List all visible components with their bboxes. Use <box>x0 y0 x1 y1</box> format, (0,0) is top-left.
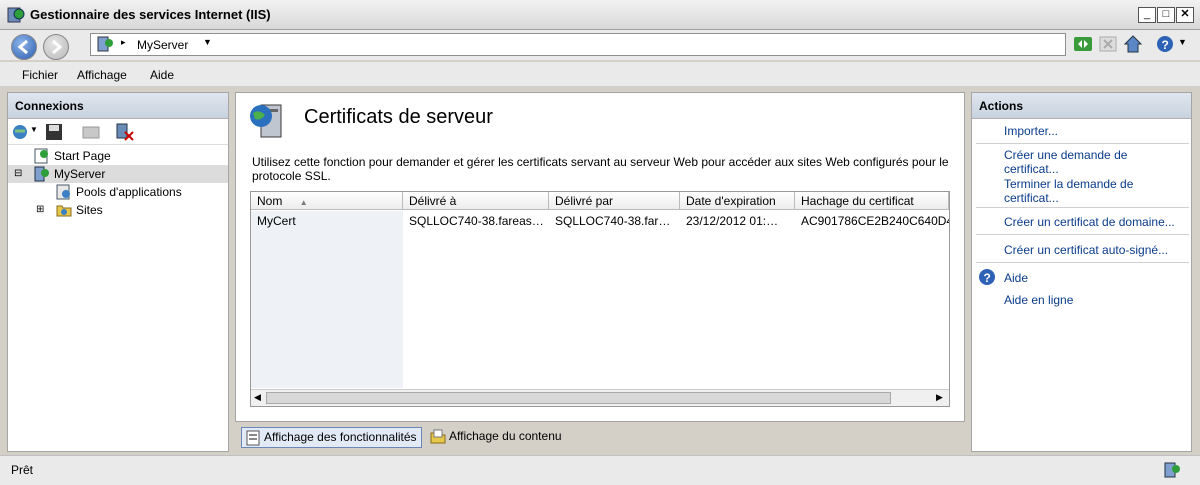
actions-divider <box>976 234 1189 235</box>
disconnect-icon[interactable] <box>115 122 135 142</box>
forward-button[interactable] <box>43 34 69 60</box>
connections-toolbar: ▼ <box>8 119 228 145</box>
connect-globe-icon[interactable] <box>12 123 32 141</box>
horizontal-scrollbar[interactable]: ◀ ▶ <box>251 389 949 406</box>
iis-app-icon <box>7 7 25 23</box>
features-view-label: Affichage des fonctionnalités <box>264 430 417 444</box>
menu-aide[interactable]: Aide <box>150 68 174 82</box>
stop-icon[interactable] <box>1098 34 1118 54</box>
content-view-label: Affichage du contenu <box>449 429 562 443</box>
address-row: ▸ MyServer ▼ ? ▼ <box>0 30 1200 60</box>
column-label: Nom <box>257 194 283 208</box>
menu-affichage[interactable]: Affichage <box>77 68 127 82</box>
menu-bar: Fichier Affichage Aide <box>0 62 1200 87</box>
address-path[interactable]: MyServer <box>137 38 188 52</box>
back-button[interactable] <box>11 34 37 60</box>
status-bar: Prêt <box>0 455 1200 485</box>
column-header-delivre-a[interactable]: Délivré à <box>403 192 549 210</box>
features-view-icon <box>246 430 260 446</box>
actions-divider <box>976 143 1189 144</box>
self-signed-link[interactable]: Créer un certificat auto-signé... <box>1004 243 1168 257</box>
scrollbar-thumb[interactable] <box>266 392 891 404</box>
help-link[interactable]: Aide <box>1004 271 1028 285</box>
minimize-button[interactable]: _ <box>1138 7 1156 23</box>
create-request-link[interactable]: Créer une demande de certificat... <box>1004 148 1184 176</box>
tree-item-sites[interactable]: ⊞ Sites <box>8 201 228 219</box>
cell-issued-to: SQLLOC740-38.fareas… <box>409 214 544 228</box>
tree-item-start-page[interactable]: Start Page <box>8 147 228 165</box>
tree-item-myserver[interactable]: ⊟ MyServer <box>8 165 228 183</box>
address-bar[interactable]: ▸ MyServer ▼ <box>90 33 1066 56</box>
status-text: Prêt <box>11 463 34 477</box>
actions-divider <box>976 207 1189 208</box>
forward-arrow-icon <box>52 39 63 55</box>
actions-divider <box>976 262 1189 263</box>
refresh-icon[interactable] <box>1073 34 1093 54</box>
connect-dropdown-icon[interactable]: ▼ <box>30 125 38 134</box>
connections-tree: Start Page ⊟ MyServer Pools d'applicatio… <box>8 145 228 219</box>
cell-hash: AC901786CE2B240C640D41 <box>801 214 949 228</box>
server-icon <box>34 166 49 182</box>
help-icon: ? <box>979 269 995 285</box>
help-dropdown-icon[interactable]: ▼ <box>1178 37 1187 47</box>
sort-ascending-icon: ▲ <box>299 198 308 207</box>
column-header-delivre-par[interactable]: Délivré par <box>549 192 680 210</box>
save-icon[interactable] <box>45 123 63 141</box>
expand-icon[interactable]: ⊞ <box>36 201 44 219</box>
content-view-button[interactable]: Affichage du contenu <box>427 427 566 448</box>
sorted-column-shade <box>251 211 403 388</box>
title-bar: Gestionnaire des services Internet (IIS)… <box>0 0 1200 30</box>
cell-name: MyCert <box>257 214 296 228</box>
certificate-server-icon <box>250 104 282 138</box>
cell-expiration: 23/12/2012 01:… <box>686 214 779 228</box>
home-icon[interactable] <box>1123 34 1143 54</box>
column-header-expiration[interactable]: Date d'expiration <box>680 192 795 210</box>
tree-item-app-pools[interactable]: Pools d'applications <box>8 183 228 201</box>
cell-issued-by: SQLLOC740-38.far… <box>555 214 671 228</box>
column-header-hash[interactable]: Hachage du certificat <box>795 192 949 210</box>
features-view-button[interactable]: Affichage des fonctionnalités <box>241 427 422 448</box>
chevron-down-icon[interactable]: ▼ <box>203 37 212 47</box>
domain-cert-link[interactable]: Créer un certificat de domaine... <box>1004 215 1175 229</box>
app-pools-icon <box>56 184 70 200</box>
view-switcher: Affichage des fonctionnalités Affichage … <box>235 425 965 449</box>
tree-label: Pools d'applications <box>76 185 182 199</box>
connect-server-icon[interactable] <box>82 123 100 141</box>
complete-request-link[interactable]: Terminer la demande de certificat... <box>1004 177 1184 205</box>
maximize-button[interactable]: □ <box>1157 7 1175 23</box>
server-icon <box>97 36 113 52</box>
connections-panel: Connexions ▼ Start Page ⊟ MyServer Pools… <box>7 92 229 452</box>
back-arrow-icon <box>17 39 28 55</box>
help-icon[interactable]: ? <box>1155 34 1175 54</box>
content-view-icon <box>430 429 446 444</box>
window-title: Gestionnaire des services Internet (IIS) <box>30 7 271 22</box>
menu-fichier[interactable]: Fichier <box>22 68 58 82</box>
import-link[interactable]: Importer... <box>1004 124 1058 138</box>
page-title: Certificats de serveur <box>304 106 493 128</box>
column-header-nom[interactable]: Nom ▲ <box>251 192 403 210</box>
svg-text:?: ? <box>984 271 991 285</box>
actions-header: Actions <box>972 93 1191 119</box>
online-help-link[interactable]: Aide en ligne <box>1004 293 1073 307</box>
collapse-icon[interactable]: ⊟ <box>14 165 22 183</box>
close-button[interactable]: ✕ <box>1176 7 1194 23</box>
sites-folder-icon <box>56 205 72 217</box>
breadcrumb-arrow-icon[interactable]: ▸ <box>121 37 126 48</box>
scroll-right-icon[interactable]: ▶ <box>936 392 943 403</box>
server-status-icon <box>1164 462 1180 478</box>
svg-text:?: ? <box>1162 38 1169 52</box>
scroll-left-icon[interactable]: ◀ <box>254 392 261 403</box>
feature-description: Utilisez cette fonction pour demander et… <box>252 155 949 183</box>
certificates-table: Nom ▲ Délivré à Délivré par Date d'expir… <box>250 191 950 407</box>
start-page-icon <box>34 148 48 164</box>
connections-header: Connexions <box>8 93 228 119</box>
